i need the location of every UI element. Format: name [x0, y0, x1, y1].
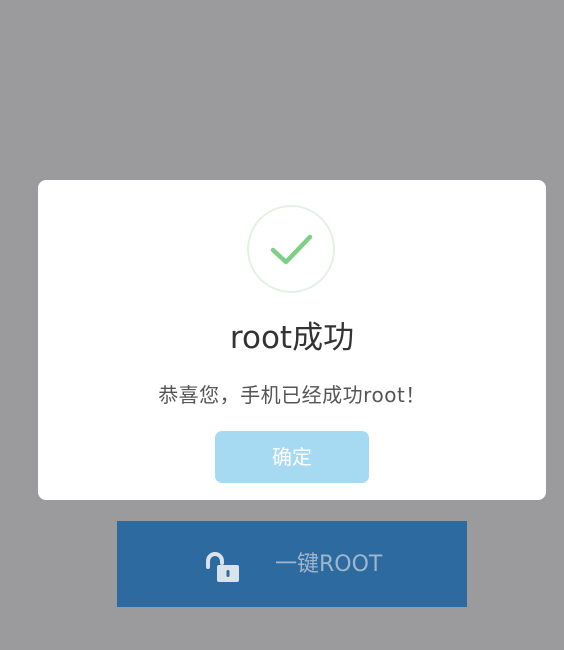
- check-icon: [270, 234, 313, 265]
- unlock-icon: [204, 550, 242, 584]
- root-success-dialog: root成功 恭喜您，手机已经成功root！ 确定: [38, 180, 546, 500]
- dialog-title: root成功: [229, 320, 355, 356]
- dialog-message: 恭喜您，手机已经成功root！: [158, 383, 426, 407]
- confirm-button[interactable]: 确定: [215, 431, 369, 483]
- success-badge: [247, 205, 335, 293]
- one-click-root-label: 一键ROOT: [275, 552, 383, 577]
- one-click-root-button[interactable]: 一键ROOT: [117, 521, 467, 607]
